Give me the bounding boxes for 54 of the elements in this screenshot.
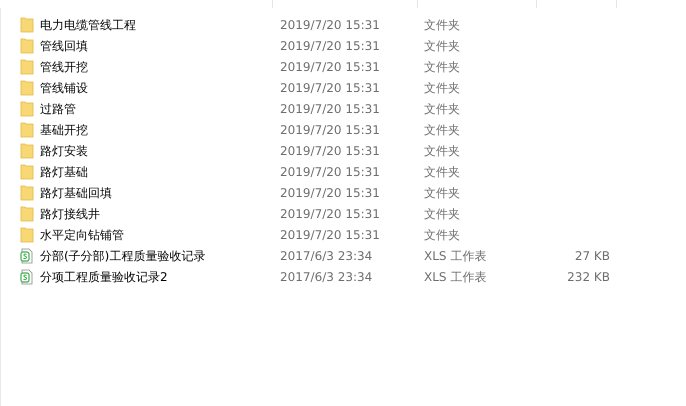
file-name[interactable]: 路灯安装 bbox=[40, 142, 88, 160]
folder-icon bbox=[20, 206, 34, 222]
folder-icon bbox=[20, 80, 34, 96]
file-name[interactable]: 过路管 bbox=[40, 100, 76, 118]
modified-date: 2019/7/20 15:31 bbox=[280, 164, 380, 178]
modified-date: 2019/7/20 15:31 bbox=[280, 38, 380, 52]
file-size: 232 KB bbox=[567, 268, 610, 286]
modified-date: 2017/6/3 23:34 bbox=[280, 248, 372, 262]
file-type: 文件夹 bbox=[424, 18, 460, 32]
file-type: 文件夹 bbox=[424, 164, 460, 178]
file-type: 文件夹 bbox=[424, 206, 460, 220]
file-name[interactable]: 分项工程质量验收记录2 bbox=[40, 268, 168, 286]
modified-date: 2019/7/20 15:31 bbox=[280, 102, 380, 116]
modified-date: 2019/7/20 15:31 bbox=[280, 60, 380, 74]
folder-icon bbox=[20, 16, 34, 32]
modified-date: 2019/7/20 15:31 bbox=[280, 228, 380, 242]
spreadsheet-icon bbox=[20, 268, 34, 284]
file-type: XLS 工作表 bbox=[424, 270, 486, 284]
file-name[interactable]: 管线铺设 bbox=[40, 78, 88, 96]
file-type: 文件夹 bbox=[424, 80, 460, 94]
folder-icon bbox=[20, 142, 34, 158]
file-type: 文件夹 bbox=[424, 38, 460, 52]
modified-date: 2019/7/20 15:31 bbox=[280, 122, 380, 136]
file-type: 文件夹 bbox=[424, 102, 460, 116]
modified-date: 2019/7/20 15:31 bbox=[280, 206, 380, 220]
file-name[interactable]: 管线开挖 bbox=[40, 58, 88, 76]
spreadsheet-icon bbox=[20, 248, 34, 264]
modified-date: 2019/7/20 15:31 bbox=[280, 186, 380, 200]
modified-date: 2019/7/20 15:31 bbox=[280, 144, 380, 158]
folder-icon bbox=[20, 38, 34, 54]
file-name[interactable]: 管线回填 bbox=[40, 36, 88, 54]
file-name[interactable]: 路灯基础回填 bbox=[40, 184, 112, 202]
file-name[interactable]: 电力电缆管线工程 bbox=[40, 16, 136, 34]
folder-icon bbox=[20, 184, 34, 200]
file-name[interactable]: 路灯接线井 bbox=[40, 204, 100, 222]
file-name[interactable]: 路灯基础 bbox=[40, 162, 88, 180]
modified-date: 2019/7/20 15:31 bbox=[280, 80, 380, 94]
file-type: 文件夹 bbox=[424, 144, 460, 158]
file-type: 文件夹 bbox=[424, 60, 460, 74]
file-type: 文件夹 bbox=[424, 228, 460, 242]
folder-icon bbox=[20, 100, 34, 116]
folder-icon bbox=[20, 122, 34, 138]
file-name[interactable]: 基础开挖 bbox=[40, 120, 88, 138]
file-name[interactable]: 分部(子分部)工程质量验收记录 bbox=[40, 246, 206, 264]
file-name[interactable]: 水平定向钻铺管 bbox=[40, 226, 124, 244]
file-type: 文件夹 bbox=[424, 186, 460, 200]
folder-icon bbox=[20, 58, 34, 74]
modified-date: 2017/6/3 23:34 bbox=[280, 270, 372, 284]
file-type: XLS 工作表 bbox=[424, 248, 486, 262]
folder-icon bbox=[20, 226, 34, 242]
file-size: 27 KB bbox=[574, 248, 610, 264]
folder-icon bbox=[20, 164, 34, 180]
file-type: 文件夹 bbox=[424, 122, 460, 136]
modified-date: 2019/7/20 15:31 bbox=[280, 18, 380, 32]
